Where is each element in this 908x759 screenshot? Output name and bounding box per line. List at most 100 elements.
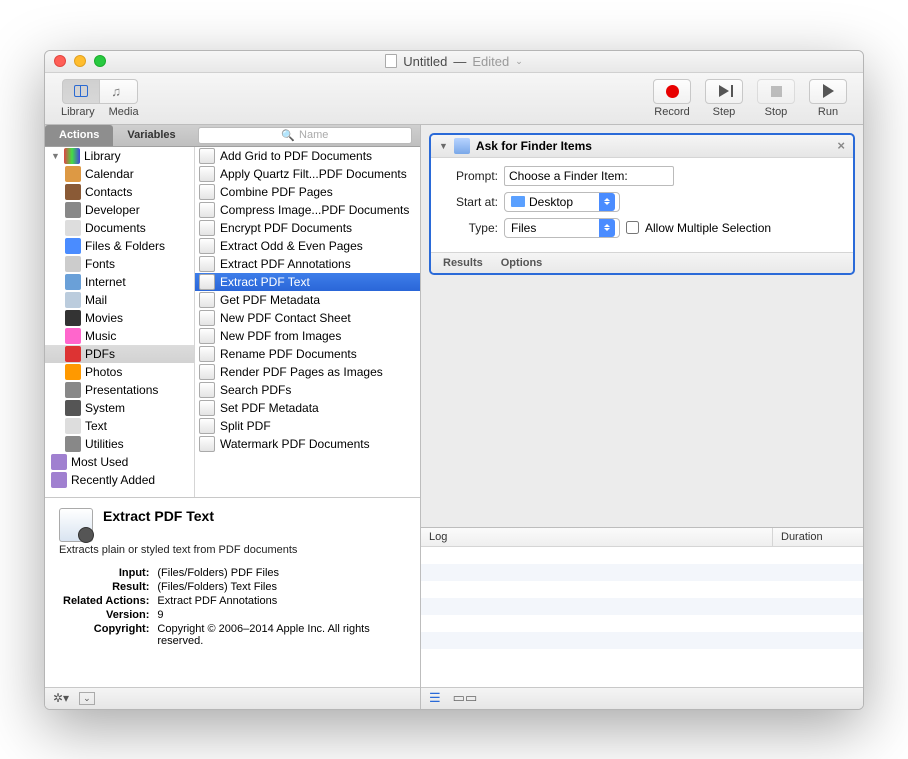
stop-button	[757, 79, 795, 104]
action-list-item[interactable]: Encrypt PDF Documents	[195, 219, 420, 237]
tree-item[interactable]: Mail	[45, 291, 194, 309]
action-list-item[interactable]: Get PDF Metadata	[195, 291, 420, 309]
tree-item[interactable]: Photos	[45, 363, 194, 381]
run-button[interactable]	[809, 79, 847, 104]
action-list-item[interactable]: Extract PDF Annotations	[195, 255, 420, 273]
tab-variables[interactable]: Variables	[113, 125, 189, 146]
tree-item-label: Documents	[85, 221, 146, 235]
step-button[interactable]	[705, 79, 743, 104]
action-list-item[interactable]: Set PDF Metadata	[195, 399, 420, 417]
action-list-item[interactable]: Rename PDF Documents	[195, 345, 420, 363]
collapse-detail-button[interactable]: ⌄	[79, 692, 95, 705]
action-list-item[interactable]: Search PDFs	[195, 381, 420, 399]
action-list-item[interactable]: Compress Image...PDF Documents	[195, 201, 420, 219]
action-icon	[199, 220, 215, 236]
workflow-canvas[interactable]: ▼ Ask for Finder Items × Prompt: Start a…	[421, 125, 863, 527]
record-button[interactable]	[653, 79, 691, 104]
tree-item-label: Utilities	[85, 437, 124, 451]
disclosure-triangle-icon[interactable]: ▼	[439, 141, 448, 151]
library-tree[interactable]: ▼Library Calendar Contacts Developer Documen…	[45, 147, 195, 497]
tree-item[interactable]: PDFs	[45, 345, 194, 363]
input-value: (Files/Folders) PDF Files	[153, 566, 406, 580]
copyright-key: Copyright:	[59, 622, 153, 648]
title-chevron-icon[interactable]: ⌄	[515, 56, 523, 67]
stop-label: Stop	[765, 106, 788, 118]
tree-item[interactable]: Text	[45, 417, 194, 435]
action-list-item[interactable]: New PDF Contact Sheet	[195, 309, 420, 327]
right-footer: ☰ ▭▭	[421, 687, 863, 709]
action-label: New PDF Contact Sheet	[220, 311, 351, 325]
media-toggle-button[interactable]	[100, 79, 138, 104]
workflow-view-button[interactable]: ☰	[429, 690, 441, 706]
tab-actions[interactable]: Actions	[45, 125, 113, 146]
tree-item-label: Movies	[85, 311, 123, 325]
related-key: Related Actions:	[59, 594, 153, 608]
window-title: Untitled	[403, 54, 447, 69]
tree-item-label: System	[85, 401, 125, 415]
actions-list[interactable]: Add Grid to PDF DocumentsApply Quartz Fi…	[195, 147, 420, 497]
action-list-item[interactable]: New PDF from Images	[195, 327, 420, 345]
tree-item[interactable]: Internet	[45, 273, 194, 291]
allow-multiple-checkbox[interactable]	[626, 221, 639, 234]
variables-view-button[interactable]: ▭▭	[453, 690, 478, 706]
left-footer: ✲▾ ⌄	[45, 687, 420, 709]
start-at-value: Desktop	[529, 195, 573, 209]
duration-column-header[interactable]: Duration	[773, 528, 863, 546]
results-tab[interactable]: Results	[443, 257, 483, 269]
action-list-item[interactable]: Extract PDF Text	[195, 273, 420, 291]
remove-action-button[interactable]: ×	[837, 138, 845, 153]
start-at-popup[interactable]: Desktop	[504, 192, 620, 212]
tree-item[interactable]: Recently Added	[45, 471, 194, 489]
library-toggle-button[interactable]	[62, 79, 100, 104]
log-body	[421, 547, 863, 687]
action-list-item[interactable]: Split PDF	[195, 417, 420, 435]
gear-menu-button[interactable]: ✲▾	[53, 691, 69, 705]
tree-item-label: Calendar	[85, 167, 134, 181]
type-popup[interactable]: Files	[504, 218, 620, 238]
tree-item[interactable]: Fonts	[45, 255, 194, 273]
tree-item[interactable]: Utilities	[45, 435, 194, 453]
tree-item[interactable]: Developer	[45, 201, 194, 219]
tree-item[interactable]: Music	[45, 327, 194, 345]
chevron-updown-icon	[599, 219, 615, 237]
tree-item[interactable]: Calendar	[45, 165, 194, 183]
category-icon	[65, 310, 81, 326]
prompt-field[interactable]	[504, 166, 674, 186]
step-label: Step	[713, 106, 736, 118]
search-input[interactable]: 🔍Name	[198, 127, 412, 144]
tree-item[interactable]: Files & Folders	[45, 237, 194, 255]
action-icon	[199, 202, 215, 218]
tree-item[interactable]: Most Used	[45, 453, 194, 471]
search-placeholder: Name	[299, 129, 328, 141]
options-tab[interactable]: Options	[501, 257, 543, 269]
action-list-item[interactable]: Apply Quartz Filt...PDF Documents	[195, 165, 420, 183]
action-label: Extract PDF Text	[220, 275, 310, 289]
action-list-item[interactable]: Extract Odd & Even Pages	[195, 237, 420, 255]
action-list-item[interactable]: Add Grid to PDF Documents	[195, 147, 420, 165]
action-label: Set PDF Metadata	[220, 401, 319, 415]
version-key: Version:	[59, 608, 153, 622]
tree-item-label: Recently Added	[71, 473, 155, 487]
tree-item[interactable]: Movies	[45, 309, 194, 327]
workflow-action-card[interactable]: ▼ Ask for Finder Items × Prompt: Start a…	[429, 133, 855, 275]
input-key: Input:	[59, 566, 153, 580]
tree-item[interactable]: System	[45, 399, 194, 417]
tree-library-root[interactable]: ▼Library	[45, 147, 194, 165]
tree-item[interactable]: Documents	[45, 219, 194, 237]
play-icon	[823, 84, 834, 98]
log-column-header[interactable]: Log	[421, 528, 773, 546]
action-icon	[199, 328, 215, 344]
action-list-item[interactable]: Combine PDF Pages	[195, 183, 420, 201]
tree-item-label: Developer	[85, 203, 140, 217]
action-label: Split PDF	[220, 419, 271, 433]
category-icon	[65, 382, 81, 398]
disclosure-triangle-icon[interactable]: ▼	[51, 151, 60, 161]
action-icon	[199, 238, 215, 254]
action-list-item[interactable]: Render PDF Pages as Images	[195, 363, 420, 381]
tree-item-label: Contacts	[85, 185, 132, 199]
action-list-item[interactable]: Watermark PDF Documents	[195, 435, 420, 453]
tree-item-label: Files & Folders	[85, 239, 165, 253]
tree-item[interactable]: Presentations	[45, 381, 194, 399]
action-icon	[199, 256, 215, 272]
tree-item[interactable]: Contacts	[45, 183, 194, 201]
